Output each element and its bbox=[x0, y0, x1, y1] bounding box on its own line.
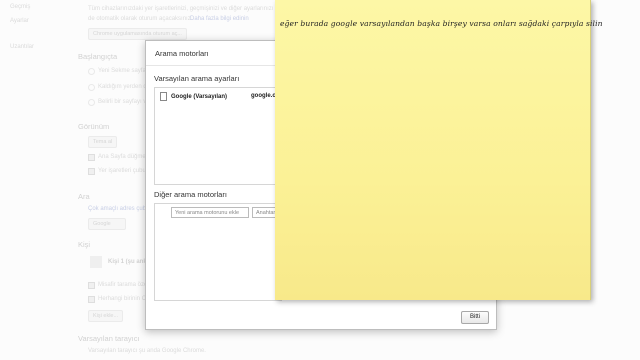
document-icon bbox=[160, 92, 167, 101]
done-button[interactable]: Bitti bbox=[461, 311, 489, 324]
engine-name: Google (Varsayılan) bbox=[171, 93, 228, 100]
default-engine-row[interactable]: Google (Varsayılan) bbox=[160, 92, 227, 101]
default-search-settings-label: Varsayılan arama ayarları bbox=[154, 74, 240, 83]
sticky-note-text: eğer burada google varsayılandan başka b… bbox=[280, 19, 603, 28]
default-engines-list: Google (Varsayılan) google.c bbox=[154, 87, 282, 185]
other-search-engines-label: Diğer arama motorları bbox=[154, 190, 227, 199]
sticky-note: eğer burada google varsayılandan başka b… bbox=[275, 0, 603, 300]
engine-url: google.c bbox=[251, 93, 276, 99]
new-engine-name-input[interactable]: Yeni arama motorunu ekle bbox=[171, 207, 249, 218]
dialog-title: Arama motorları bbox=[155, 49, 209, 58]
other-engines-list: Yeni arama motorunu ekle Anahtar bbox=[154, 203, 282, 301]
